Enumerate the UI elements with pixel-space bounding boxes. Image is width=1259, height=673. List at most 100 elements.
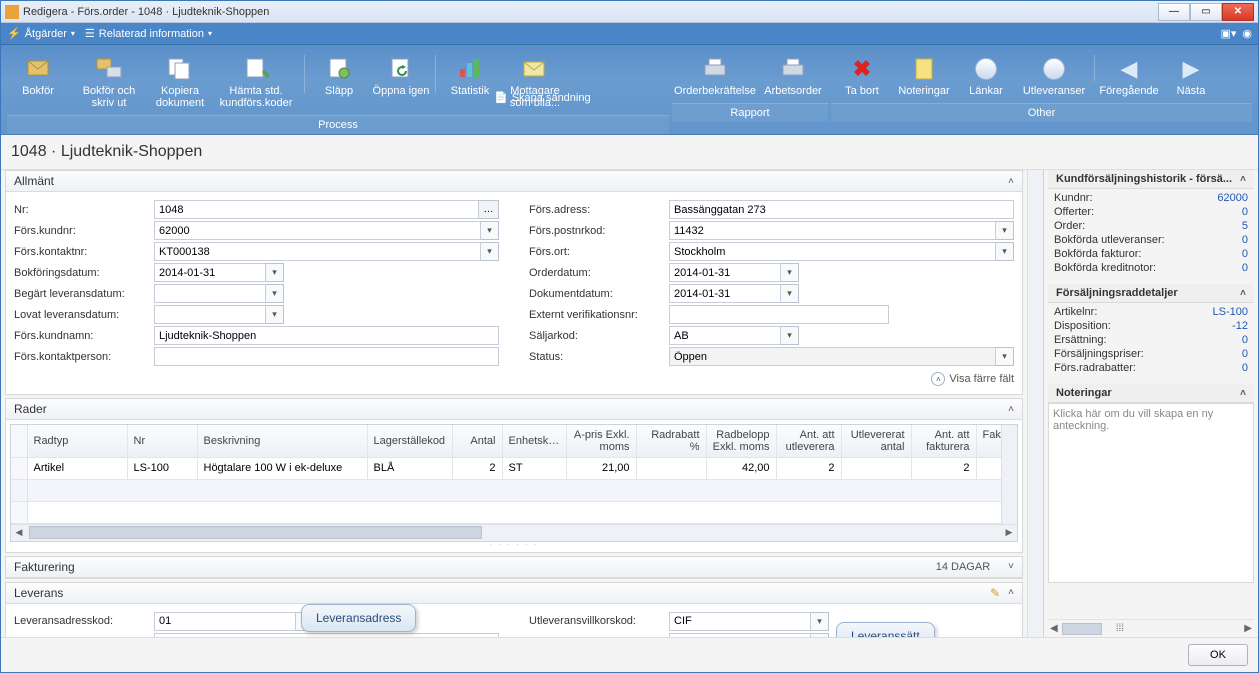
ribbon-tabort[interactable]: ✖ Ta bort xyxy=(831,51,893,103)
menubar-help-icon[interactable]: ◉ xyxy=(1242,27,1252,40)
col-antal[interactable]: Antal xyxy=(452,425,502,457)
col-utlev-antal[interactable]: Utlevererat antal xyxy=(841,425,911,457)
factbox-kundforsaljningshistorik-header[interactable]: Kundförsäljningshistorik - försä... ˄ xyxy=(1048,170,1254,189)
field-leveransnamn[interactable] xyxy=(154,633,499,638)
col-radrabatt[interactable]: Radrabatt % xyxy=(636,425,706,457)
dropdown-button[interactable]: ▾ xyxy=(781,263,799,282)
ribbon-kopiera[interactable]: Kopiera dokument xyxy=(149,51,211,115)
field-lovat-leveransdatum[interactable] xyxy=(154,305,266,324)
dropdown-button[interactable]: ▾ xyxy=(266,284,284,303)
ribbon-lankar[interactable]: Länkar xyxy=(955,51,1017,103)
field-fors-postnrkod[interactable] xyxy=(669,221,996,240)
ribbon-orderbekraftelse[interactable]: Orderbekräftelse xyxy=(672,51,758,103)
side-link-ersattning[interactable]: 0 xyxy=(1242,334,1248,346)
ribbon-bokfor-skriv[interactable]: Bokför och skriv ut xyxy=(69,51,149,115)
side-link-bokf-kred[interactable]: 0 xyxy=(1242,262,1248,274)
ribbon-nasta[interactable]: ▶ Nästa xyxy=(1160,51,1222,103)
field-orderdatum[interactable] xyxy=(669,263,781,282)
section-leverans-header[interactable]: Leverans ✎ ˄ xyxy=(6,583,1022,604)
field-nr-lookup[interactable]: … xyxy=(479,200,499,219)
main-vertical-scrollbar[interactable] xyxy=(1027,170,1043,637)
side-link-radrabatter[interactable]: 0 xyxy=(1242,362,1248,374)
menu-atgarder[interactable]: ⚡ Åtgärder ▾ xyxy=(7,27,75,40)
visa-farre-falt[interactable]: ˄ Visa färre fält xyxy=(14,372,1014,386)
dropdown-button[interactable]: ▾ xyxy=(781,326,799,345)
ribbon-foregaende[interactable]: ◀ Föregående xyxy=(1098,51,1160,103)
side-link-disposition[interactable]: -12 xyxy=(1232,320,1248,332)
field-leveransadresskod[interactable] xyxy=(154,612,296,631)
ribbon-statistik[interactable]: Statistik xyxy=(439,51,501,115)
side-link-bokf-utlev[interactable]: 0 xyxy=(1242,234,1248,246)
ok-button[interactable]: OK xyxy=(1188,644,1248,666)
ribbon-oppna[interactable]: Öppna igen xyxy=(370,51,432,115)
dropdown-button[interactable]: ▾ xyxy=(481,221,499,240)
factbox-noteringar-header[interactable]: Noteringar ˄ xyxy=(1048,384,1254,403)
table-row[interactable] xyxy=(11,501,1001,523)
col-radbelopp[interactable]: Radbelopp Exkl. moms xyxy=(706,425,776,457)
dropdown-button[interactable]: ▾ xyxy=(481,242,499,261)
ribbon-hamta[interactable]: Hämta std. kundförs.koder xyxy=(211,51,301,115)
vertical-scrollbar[interactable] xyxy=(1001,425,1017,524)
dropdown-button[interactable]: ▾ xyxy=(811,633,829,638)
factbox-forsaljningsraddetaljer-header[interactable]: Försäljningsraddetaljer ˄ xyxy=(1048,284,1254,303)
col-apris[interactable]: A-pris Exkl. moms xyxy=(566,425,636,457)
col-ant-fakt[interactable]: Ant. att fakturera xyxy=(911,425,976,457)
ribbon-slapp[interactable]: Släpp xyxy=(308,51,370,115)
ribbon-arbetsorder[interactable]: Arbetsorder xyxy=(758,51,828,103)
field-speditorkod[interactable] xyxy=(669,633,811,638)
dropdown-button[interactable]: ▾ xyxy=(996,221,1014,240)
col-lagerstallekod[interactable]: Lagerställekod xyxy=(367,425,452,457)
field-saljarkod[interactable] xyxy=(669,326,781,345)
table-row[interactable]: Artikel LS-100 Högtalare 100 W i ek-delu… xyxy=(11,457,1001,479)
field-begart-leveransdatum[interactable] xyxy=(154,284,266,303)
side-link-bokf-fakt[interactable]: 0 xyxy=(1242,248,1248,260)
dropdown-button[interactable]: ▾ xyxy=(266,263,284,282)
sidebar-hscroll[interactable]: ◀⁞⁞⁞▶ xyxy=(1048,619,1254,637)
col-nr[interactable]: Nr xyxy=(127,425,197,457)
field-nr[interactable] xyxy=(154,200,479,219)
field-bokforingsdatum[interactable] xyxy=(154,263,266,282)
ribbon-skapa-sandning[interactable]: 📄 Skapa sändning xyxy=(494,91,591,104)
col-beskrivning[interactable]: Beskrivning xyxy=(197,425,367,457)
close-button[interactable]: ✕ xyxy=(1222,3,1254,21)
field-fors-kontaktperson[interactable] xyxy=(154,347,499,366)
dropdown-button[interactable]: ▾ xyxy=(811,612,829,631)
maximize-button[interactable]: ▭ xyxy=(1190,3,1222,21)
splitter-handle[interactable]: · · · · · · xyxy=(10,542,1018,548)
side-link-kundnr[interactable]: 62000 xyxy=(1217,192,1248,204)
lines-table[interactable]: Radtyp Nr Beskrivning Lagerställekod Ant… xyxy=(11,425,1001,524)
menubar-pin-icon[interactable]: ▣▾ xyxy=(1220,27,1236,40)
section-allmant-header[interactable]: Allmänt ˄ xyxy=(6,171,1022,192)
col-ant-utlev[interactable]: Ant. att utleverera xyxy=(776,425,841,457)
field-utleveransvillkorskod[interactable] xyxy=(669,612,811,631)
col-enhetskod[interactable]: Enhetskod xyxy=(502,425,566,457)
side-link-forspriser[interactable]: 0 xyxy=(1242,348,1248,360)
dropdown-button[interactable]: ▾ xyxy=(266,305,284,324)
field-status[interactable] xyxy=(669,347,996,366)
horizontal-scrollbar[interactable]: ◀▶ xyxy=(11,524,1017,541)
col-fakturerat[interactable]: Fakturerat ant xyxy=(976,425,1001,457)
col-radtyp[interactable]: Radtyp xyxy=(27,425,127,457)
section-fakturering-header[interactable]: Fakturering 14 DAGAR ˅ xyxy=(6,557,1022,578)
menu-relaterad[interactable]: ☰ Relaterad information ▾ xyxy=(85,27,212,40)
ribbon-utleveranser[interactable]: Utleveranser xyxy=(1017,51,1091,103)
field-fors-kundnr[interactable] xyxy=(154,221,481,240)
ribbon-bokfor[interactable]: Bokför xyxy=(7,51,69,115)
field-fors-kontaktnr[interactable] xyxy=(154,242,481,261)
ribbon-mottagare[interactable]: Mottagare som bila... xyxy=(501,51,569,115)
side-link-offerter[interactable]: 0 xyxy=(1242,206,1248,218)
dropdown-button[interactable]: ▾ xyxy=(781,284,799,303)
pencil-icon[interactable]: ✎ xyxy=(990,586,1000,600)
field-fors-ort[interactable] xyxy=(669,242,996,261)
field-fors-kundnamn[interactable] xyxy=(154,326,499,345)
side-link-order[interactable]: 5 xyxy=(1242,220,1248,232)
dropdown-button[interactable]: ▾ xyxy=(996,347,1014,366)
notes-area[interactable]: Klicka här om du vill skapa en ny anteck… xyxy=(1048,403,1254,583)
minimize-button[interactable]: — xyxy=(1158,3,1190,21)
ribbon-noteringar[interactable]: Noteringar xyxy=(893,51,955,103)
section-rader-header[interactable]: Rader ˄ xyxy=(6,399,1022,420)
field-dokumentdatum[interactable] xyxy=(669,284,781,303)
field-externt[interactable] xyxy=(669,305,889,324)
field-fors-adress[interactable] xyxy=(669,200,1014,219)
table-row[interactable] xyxy=(11,479,1001,501)
